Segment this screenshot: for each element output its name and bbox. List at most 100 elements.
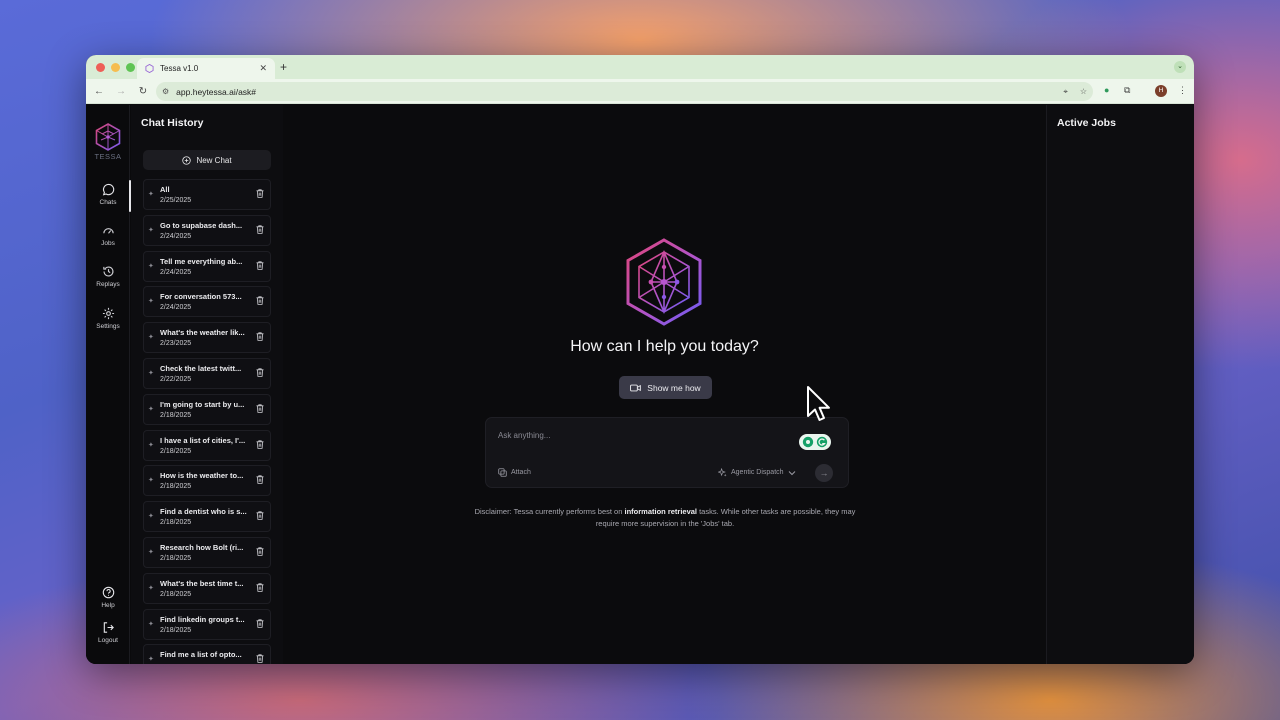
reload-icon[interactable]: ↻ bbox=[132, 86, 154, 97]
tessa-logo-icon[interactable] bbox=[95, 123, 121, 151]
chat-item-title: What's the weather lik... bbox=[160, 328, 245, 338]
profile-avatar[interactable]: H bbox=[1155, 85, 1167, 97]
nav-item-chats[interactable]: Chats bbox=[86, 183, 130, 206]
new-chat-label: New Chat bbox=[196, 155, 232, 165]
nav-item-label: Jobs bbox=[101, 240, 115, 247]
nav-item-help[interactable]: Help bbox=[86, 586, 130, 609]
attach-button[interactable]: Attach bbox=[498, 468, 531, 477]
chat-item-date: 2/18/2025 bbox=[160, 626, 192, 634]
trash-icon[interactable] bbox=[256, 225, 264, 234]
chat-item-title: Tell me everything ab... bbox=[160, 256, 243, 266]
plus-circle-icon bbox=[182, 155, 192, 165]
gear-icon bbox=[102, 307, 114, 320]
attach-label: Attach bbox=[511, 469, 531, 476]
chat-item-date: 2/23/2025 bbox=[160, 340, 192, 348]
extension-icon[interactable]: ● bbox=[1104, 85, 1109, 95]
trash-icon[interactable] bbox=[256, 439, 264, 449]
history-icon bbox=[102, 266, 114, 277]
address-bar[interactable]: ⚙ app.heytessa.ai/ask# ⌖ ☆ bbox=[156, 82, 1093, 101]
sparkle-icon: ✦ bbox=[148, 513, 154, 521]
new-tab-button[interactable]: + bbox=[280, 60, 287, 74]
chat-history-item[interactable]: ✦ Go to supabase dash... 2/24/2025 bbox=[143, 214, 271, 246]
trash-icon[interactable] bbox=[256, 511, 264, 520]
chat-item-title: All bbox=[160, 185, 170, 194]
browser-window: Tessa v1.0 ✕ + ⌄ ← → ↻ ⚙ app.heytessa.ai… bbox=[86, 55, 1194, 664]
chat-history-item[interactable]: ✦ How is the weather to... 2/18/2025 bbox=[143, 465, 271, 497]
chat-history-item[interactable]: ✦ What's the weather lik... 2/23/2025 bbox=[143, 322, 271, 354]
maximize-window-button[interactable] bbox=[126, 63, 135, 72]
new-chat-button[interactable]: New Chat bbox=[143, 150, 271, 170]
chat-item-date: 2/18/2025 bbox=[160, 447, 192, 455]
browser-tab[interactable]: Tessa v1.0 ✕ bbox=[137, 58, 275, 79]
minimize-window-button[interactable] bbox=[111, 63, 120, 72]
trash-icon[interactable] bbox=[256, 368, 264, 377]
tab-search-icon[interactable]: ⌄ bbox=[1174, 61, 1186, 73]
chat-history-item[interactable]: ✦ What's the best time t... 2/18/2025 bbox=[143, 572, 271, 604]
video-camera-icon bbox=[630, 384, 642, 391]
chat-item-date: 2/25/2025 bbox=[160, 197, 192, 204]
nav-item-jobs[interactable]: Jobs bbox=[86, 224, 130, 247]
extensions-puzzle-icon[interactable]: ⧉ bbox=[1124, 85, 1130, 96]
active-jobs-title: Active Jobs bbox=[1057, 117, 1116, 129]
chat-item-title: I'm going to start by u... bbox=[160, 399, 245, 409]
chat-history-item[interactable]: ✦ Find a dentist who is s... 2/18/2025 bbox=[143, 501, 271, 533]
chat-item-title: Find a dentist who is s... bbox=[160, 507, 247, 517]
help-circle-icon bbox=[102, 586, 114, 599]
chat-history-item[interactable]: ✦ Tell me everything ab... 2/24/2025 bbox=[143, 250, 271, 282]
sparkle-icon: ✦ bbox=[148, 262, 154, 270]
chat-history-item[interactable]: ✦ All 2/25/2025 bbox=[143, 179, 271, 210]
chat-history-item[interactable]: ✦ I'm going to start by u... 2/18/2025 bbox=[143, 393, 271, 425]
location-icon[interactable]: ⌖ bbox=[1063, 87, 1068, 97]
logout-icon bbox=[103, 622, 114, 633]
chat-history-item[interactable]: ✦ I have a list of cities, I'... 2/18/2025 bbox=[143, 429, 271, 461]
tab-title: Tessa v1.0 bbox=[160, 64, 199, 73]
chat-history-item[interactable]: ✦ Find me a list of opto... bbox=[143, 644, 271, 664]
trash-icon[interactable] bbox=[256, 189, 264, 198]
chat-input[interactable]: Ask anything... bbox=[498, 431, 550, 440]
chat-history-item[interactable]: ✦ Research how Bolt (ri... 2/18/2025 bbox=[143, 536, 271, 568]
tessa-hero-logo-icon bbox=[626, 238, 702, 326]
nav-item-label: Settings bbox=[96, 323, 120, 330]
chat-history-item[interactable]: ✦ For conversation 573... 2/24/2025 bbox=[143, 286, 271, 318]
disclaimer-emphasis: information retrieval bbox=[624, 507, 698, 516]
trash-icon[interactable] bbox=[256, 332, 264, 341]
sparkle-icon: ✦ bbox=[148, 548, 154, 556]
arrow-right-icon: → bbox=[819, 468, 829, 478]
nav-item-replays[interactable]: Replays bbox=[86, 265, 130, 288]
trash-icon[interactable] bbox=[256, 404, 264, 413]
toolbar: ← → ↻ ⚙ app.heytessa.ai/ask# ⌖ ☆ ● ⧉ H ⋮ bbox=[86, 79, 1194, 104]
nav-item-logout[interactable]: Logout bbox=[86, 621, 130, 644]
tessa-app: TESSA Chats Jobs Replays Settings Help L… bbox=[86, 105, 1194, 664]
grammar-assistant-icon[interactable] bbox=[799, 434, 831, 450]
trash-icon[interactable] bbox=[256, 547, 264, 556]
send-button[interactable]: → bbox=[815, 464, 833, 482]
attach-icon bbox=[498, 468, 507, 477]
back-arrow-icon[interactable]: ← bbox=[88, 86, 110, 97]
trash-icon[interactable] bbox=[256, 475, 264, 485]
bookmark-star-icon[interactable]: ☆ bbox=[1080, 87, 1087, 97]
trash-icon[interactable] bbox=[256, 583, 264, 592]
sparkle-icon: ✦ bbox=[148, 620, 154, 628]
trash-icon[interactable] bbox=[256, 296, 264, 306]
close-tab-icon[interactable]: ✕ bbox=[259, 63, 267, 74]
chat-history-panel: Chat History New Chat ✦ All 2/25/2025 ✦ Go t… bbox=[131, 105, 283, 664]
agentic-dispatch-dropdown[interactable]: Agentic Dispatch bbox=[718, 468, 796, 477]
browser-menu-icon[interactable]: ⋮ bbox=[1178, 85, 1187, 96]
site-settings-icon[interactable]: ⚙ bbox=[162, 87, 169, 96]
chat-composer: Ask anything... Attach Agentic Dispatch … bbox=[485, 417, 849, 488]
sparkle-icon: ✦ bbox=[148, 191, 154, 198]
chat-list: ✦ All 2/25/2025 ✦ Go to supabase dash... 2/24… bbox=[143, 179, 271, 664]
sparkle-icon: ✦ bbox=[148, 584, 154, 592]
trash-icon[interactable] bbox=[256, 654, 264, 664]
forward-arrow-icon[interactable]: → bbox=[110, 86, 132, 97]
nav-item-settings[interactable]: Settings bbox=[86, 307, 130, 330]
chat-item-date: 2/24/2025 bbox=[160, 232, 192, 240]
chat-history-item[interactable]: ✦ Check the latest twitt... 2/22/2025 bbox=[143, 357, 271, 389]
chat-history-item[interactable]: ✦ Find linkedin groups t... 2/18/2025 bbox=[143, 608, 271, 640]
trash-icon[interactable] bbox=[256, 260, 264, 270]
close-window-button[interactable] bbox=[96, 63, 105, 72]
trash-icon[interactable] bbox=[256, 618, 264, 628]
sparkle-icon: ✦ bbox=[148, 656, 154, 664]
chat-item-date: 2/24/2025 bbox=[160, 268, 192, 276]
show-me-how-button[interactable]: Show me how bbox=[619, 376, 712, 399]
